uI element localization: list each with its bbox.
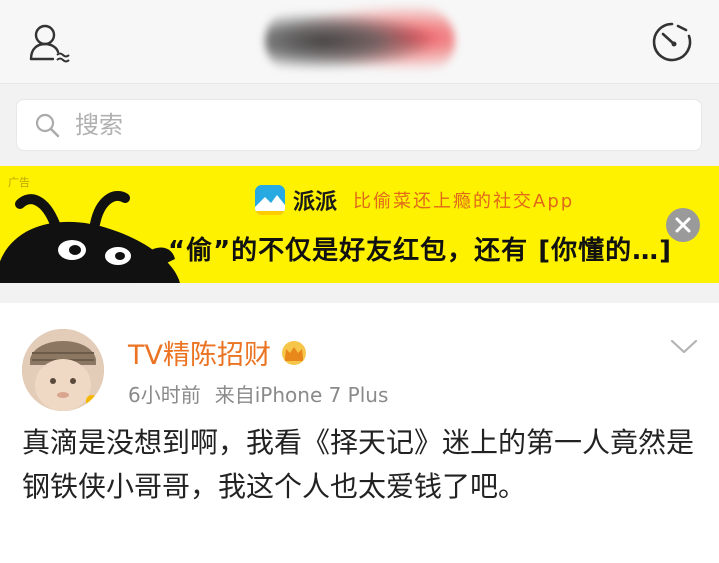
search-input[interactable] (75, 111, 635, 139)
search-icon (33, 111, 61, 139)
search-bar-area (0, 84, 719, 166)
ad-brand-name: 派派 (293, 190, 338, 215)
blurred-title (265, 6, 455, 76)
chevron-down-icon (670, 339, 698, 354)
radar-icon (652, 22, 692, 62)
add-friend-button[interactable] (26, 20, 72, 66)
post-time: 6小时前 (128, 383, 201, 407)
post-menu-button[interactable] (666, 335, 702, 359)
radar-button[interactable] (648, 18, 696, 66)
ad-banner[interactable]: 广告 派派 比偷菜还上瘾的社交App “偷”的不仅是好友红包，还有 [你懂的…] (0, 166, 719, 283)
crown-icon (279, 340, 309, 366)
username-text: TV精陈招财 (128, 340, 271, 371)
mascot-image (0, 191, 180, 283)
app-logo-icon (255, 185, 285, 215)
ad-close-button[interactable] (666, 208, 700, 242)
ad-brand: 派派 比偷菜还上瘾的社交App (255, 184, 574, 216)
post-text: 真滴是没想到啊，我看《择天记》迷上的第一人竟然是钢铁侠小哥哥，我这个人也太爱钱了… (22, 426, 695, 503)
top-nav-bar (0, 0, 719, 84)
post-username[interactable]: TV精陈招财 (128, 333, 309, 372)
weibo-post: TV精陈招财 6小时前 来自iPhone 7 Plus 真滴是没想到啊，我看《择天… (0, 303, 719, 563)
post-source: 来自iPhone 7 Plus (214, 383, 389, 407)
user-friends-icon (29, 24, 70, 63)
close-icon (675, 217, 691, 233)
search-box[interactable] (16, 99, 702, 151)
avatar[interactable] (22, 329, 104, 411)
post-meta: 6小时前 来自iPhone 7 Plus (128, 379, 388, 408)
ad-headline: “偷”的不仅是好友红包，还有 [你懂的…] (168, 236, 672, 266)
ad-tagline: 比偷菜还上瘾的社交App (353, 191, 575, 212)
